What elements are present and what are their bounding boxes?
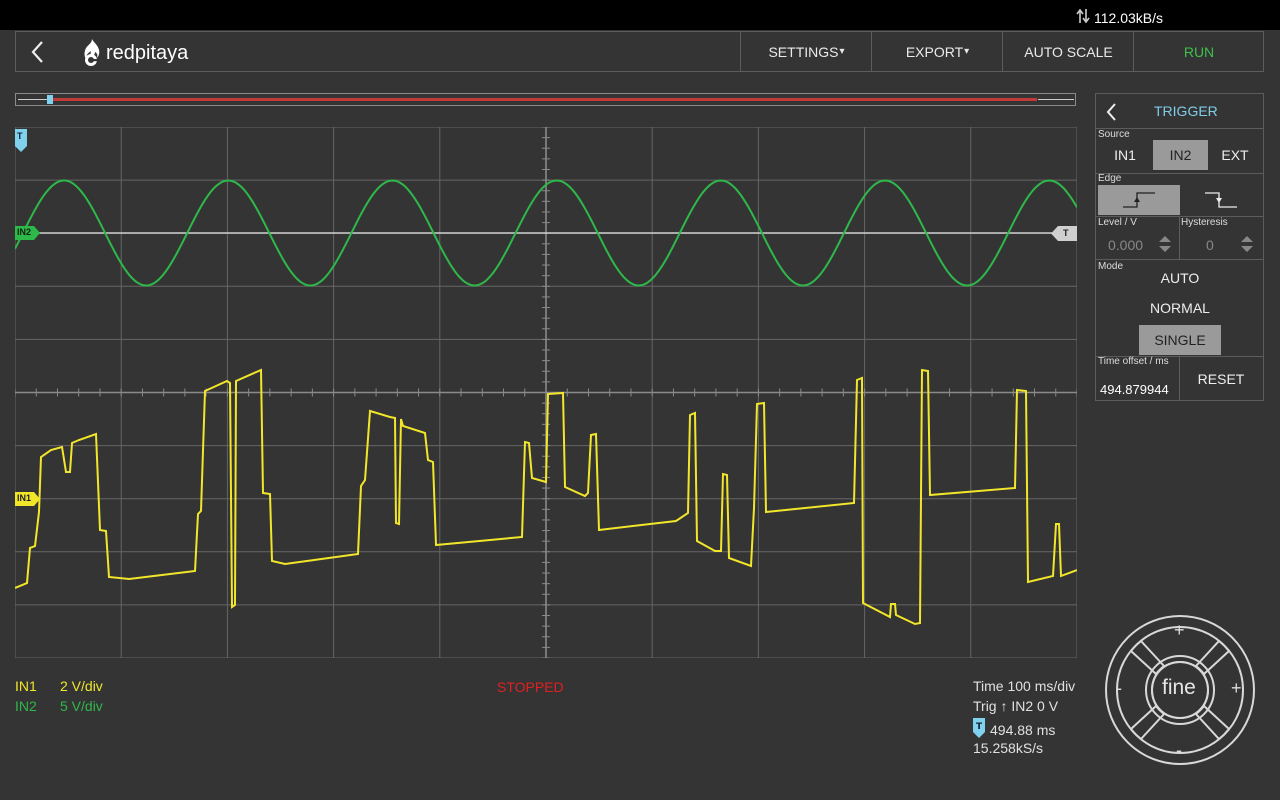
settings-label: SETTINGS bbox=[768, 43, 839, 60]
mode-label: Mode bbox=[1098, 261, 1124, 272]
edge-label: Edge bbox=[1098, 173, 1122, 184]
up-down-spinner-icon[interactable] bbox=[1158, 234, 1172, 254]
chevron-left-icon bbox=[31, 41, 43, 63]
jog-right-plus[interactable]: + bbox=[1231, 678, 1242, 699]
time-offset-value[interactable]: 494.879944 bbox=[1100, 382, 1169, 397]
trigger-level-marker[interactable]: T bbox=[1051, 226, 1077, 246]
mode-normal-label: NORMAL bbox=[1150, 300, 1210, 316]
reset-label: RESET bbox=[1197, 371, 1245, 387]
timeline-range bbox=[52, 98, 1037, 101]
up-down-arrows-icon bbox=[1076, 8, 1090, 27]
in1-legend-name: IN1 bbox=[15, 678, 37, 694]
jog-wheel[interactable]: fine + - - + bbox=[1104, 614, 1256, 766]
trigger-info-text: Trig ↑ IN2 0 V bbox=[973, 698, 1059, 714]
jog-center-fine[interactable]: fine bbox=[1162, 676, 1196, 700]
trigger-panel: TRIGGER Source IN1 IN2 EXT Edge Level / … bbox=[1095, 93, 1264, 401]
in1-marker-label: IN1 bbox=[17, 493, 32, 503]
level-label: Level / V bbox=[1098, 217, 1137, 228]
source-in2-label: IN2 bbox=[1169, 147, 1192, 163]
reset-button[interactable]: RESET bbox=[1180, 358, 1262, 400]
trigger-back-button[interactable] bbox=[1100, 100, 1124, 124]
export-label: EXPORT bbox=[905, 43, 964, 60]
timeline-left-track bbox=[18, 99, 48, 100]
auto-scale-label: AUTO SCALE bbox=[1024, 43, 1113, 60]
chevron-left-icon bbox=[1106, 103, 1116, 121]
flame-logo-icon bbox=[84, 39, 100, 66]
timeline-thumb[interactable] bbox=[47, 95, 53, 104]
trigger-time-marker[interactable]: T bbox=[15, 129, 29, 158]
source-in2-button[interactable]: IN2 bbox=[1153, 140, 1208, 170]
redpitaya-logo: redpitaya bbox=[80, 38, 188, 68]
top-toolbar: redpitaya SETTINGS ▾ EXPORT ▾ AUTO SCALE… bbox=[15, 31, 1264, 72]
time-scale-text: Time 100 ms/div bbox=[973, 678, 1076, 694]
level-value: 0.000 bbox=[1108, 237, 1144, 253]
back-button[interactable] bbox=[24, 38, 56, 66]
trigger-offset-info: T 494.88 ms bbox=[973, 718, 1055, 741]
hysteresis-label: Hysteresis bbox=[1181, 217, 1228, 228]
falling-edge-icon bbox=[1205, 192, 1237, 208]
in2-marker-label: IN2 bbox=[17, 227, 32, 237]
jog-bottom-minus[interactable]: - bbox=[1176, 740, 1182, 761]
in1-legend-scale: 2 V/div bbox=[60, 678, 103, 694]
export-menu-button[interactable]: EXPORT ▾ bbox=[871, 32, 1003, 71]
status-bar: 112.03kB/s bbox=[0, 0, 1280, 30]
trigger-level-marker-label: T bbox=[1063, 228, 1069, 238]
in2-offset-marker[interactable]: IN2 bbox=[15, 226, 41, 245]
caret-down-icon: ▾ bbox=[964, 46, 970, 57]
mode-auto-button[interactable]: AUTO bbox=[1139, 264, 1221, 292]
in1-offset-marker[interactable]: IN1 bbox=[15, 492, 41, 511]
hysteresis-stepper[interactable]: 0 bbox=[1182, 234, 1260, 256]
mode-single-button[interactable]: SINGLE bbox=[1139, 325, 1221, 355]
divider bbox=[1179, 217, 1180, 259]
trigger-offset-text: 494.88 ms bbox=[990, 721, 1056, 738]
source-ext-button[interactable]: EXT bbox=[1208, 140, 1262, 170]
in2-legend-name: IN2 bbox=[15, 698, 37, 714]
svg-text:T: T bbox=[976, 722, 983, 732]
divider bbox=[1096, 259, 1263, 260]
falling-edge-button[interactable] bbox=[1180, 185, 1262, 215]
time-offset-label: Time offset / ms bbox=[1098, 356, 1169, 367]
hysteresis-value: 0 bbox=[1206, 237, 1214, 253]
trigger-marker-icon: T bbox=[973, 718, 986, 741]
rising-edge-button[interactable] bbox=[1098, 185, 1180, 215]
source-ext-label: EXT bbox=[1221, 147, 1249, 163]
waveform-canvas bbox=[14, 126, 1078, 659]
level-stepper[interactable]: 0.000 bbox=[1100, 234, 1178, 256]
trigger-panel-header: TRIGGER bbox=[1096, 94, 1263, 129]
run-label: RUN bbox=[1183, 43, 1215, 60]
up-down-spinner-icon[interactable] bbox=[1240, 234, 1254, 254]
jog-top-plus[interactable]: + bbox=[1174, 620, 1185, 641]
mode-normal-button[interactable]: NORMAL bbox=[1139, 294, 1221, 322]
acquisition-status: STOPPED bbox=[497, 679, 564, 695]
settings-menu-button[interactable]: SETTINGS ▾ bbox=[740, 32, 872, 71]
oscilloscope-plot[interactable]: T IN2 IN1 T bbox=[14, 126, 1078, 659]
trigger-time-marker-label: T bbox=[17, 131, 23, 141]
run-button[interactable]: RUN bbox=[1133, 32, 1264, 71]
buffer-timeline[interactable] bbox=[15, 93, 1076, 106]
in1-legend[interactable]: IN1 2 V/div bbox=[15, 678, 103, 694]
in2-legend-scale: 5 V/div bbox=[60, 698, 103, 714]
source-in1-label: IN1 bbox=[1114, 147, 1136, 163]
logo-text: redpitaya bbox=[106, 41, 189, 64]
in2-legend[interactable]: IN2 5 V/div bbox=[15, 698, 103, 714]
network-rate: 112.03kB/s bbox=[1076, 8, 1163, 27]
rising-edge-icon bbox=[1123, 192, 1155, 208]
timeline-right-track bbox=[1038, 99, 1074, 100]
plot-grid bbox=[14, 126, 1078, 659]
trigger-panel-title: TRIGGER bbox=[1154, 103, 1218, 119]
sample-rate-text: 15.258kS/s bbox=[973, 740, 1044, 756]
source-label: Source bbox=[1098, 129, 1130, 140]
jog-left-minus[interactable]: - bbox=[1116, 678, 1122, 699]
caret-down-icon: ▾ bbox=[839, 46, 845, 57]
source-in1-button[interactable]: IN1 bbox=[1098, 140, 1152, 170]
mode-single-label: SINGLE bbox=[1154, 332, 1206, 348]
auto-scale-button[interactable]: AUTO SCALE bbox=[1002, 32, 1134, 71]
network-rate-text: 112.03kB/s bbox=[1094, 9, 1164, 26]
mode-auto-label: AUTO bbox=[1160, 270, 1200, 286]
